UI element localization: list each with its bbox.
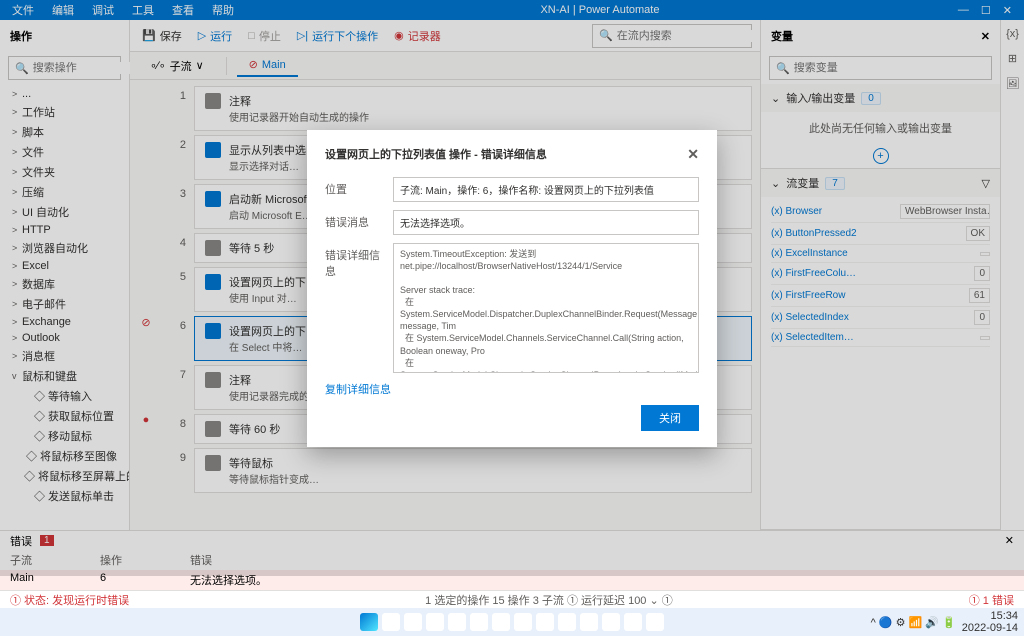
task-icon[interactable]: [624, 613, 642, 631]
task-icon[interactable]: [426, 613, 444, 631]
dialog-ok-button[interactable]: 关闭: [641, 405, 699, 431]
task-icon[interactable]: [602, 613, 620, 631]
task-icon[interactable]: [536, 613, 554, 631]
status-bar: ① 状态: 发现运行时错误 1 选定的操作 15 操作 3 子流 ① 运行延迟 …: [0, 590, 1024, 608]
taskbar[interactable]: ^ 🔵 ⚙ 📶 🔊 🔋 15:342022-09-14: [0, 608, 1024, 636]
error-dialog: 设置网页上的下拉列表值 操作 - 错误详细信息 ✕ 位置子流: Main，操作: …: [307, 130, 717, 447]
status-left: ① 状态: 发现运行时错误: [10, 592, 129, 608]
location-label: 位置: [325, 177, 383, 202]
task-icon[interactable]: [404, 613, 422, 631]
errmsg-value: 无法选择选项。: [393, 210, 699, 235]
clock-time: 15:34: [962, 610, 1018, 622]
clock-date: 2022-09-14: [962, 622, 1018, 634]
task-icon[interactable]: [492, 613, 510, 631]
task-icon[interactable]: [580, 613, 598, 631]
task-icon[interactable]: [646, 613, 664, 631]
tray-icons[interactable]: ^ 🔵 ⚙ 📶 🔊 🔋: [871, 616, 956, 629]
task-icon[interactable]: [558, 613, 576, 631]
location-value: 子流: Main，操作: 6，操作名称: 设置网页上的下拉列表值: [393, 177, 699, 202]
task-icon[interactable]: [514, 613, 532, 631]
status-right: ① 1 错误: [969, 592, 1014, 608]
dialog-close-icon[interactable]: ✕: [687, 146, 699, 163]
stack-trace[interactable]: System.TimeoutException: 发送到 net.pipe://…: [393, 243, 699, 373]
start-icon[interactable]: [360, 613, 378, 631]
dialog-title: 设置网页上的下拉列表值 操作 - 错误详细信息: [325, 146, 547, 162]
task-icon[interactable]: [382, 613, 400, 631]
task-icon[interactable]: [470, 613, 488, 631]
errmsg-label: 错误消息: [325, 210, 383, 235]
status-mid: 1 选定的操作 15 操作 3 子流 ① 运行延迟 100 ⌄ ①: [425, 592, 673, 608]
details-label: 错误详细信息: [325, 243, 383, 373]
copy-details-link[interactable]: 复制详细信息: [325, 381, 699, 397]
modal-overlay: 设置网页上的下拉列表值 操作 - 错误详细信息 ✕ 位置子流: Main，操作: …: [0, 0, 1024, 576]
task-icon[interactable]: [448, 613, 466, 631]
